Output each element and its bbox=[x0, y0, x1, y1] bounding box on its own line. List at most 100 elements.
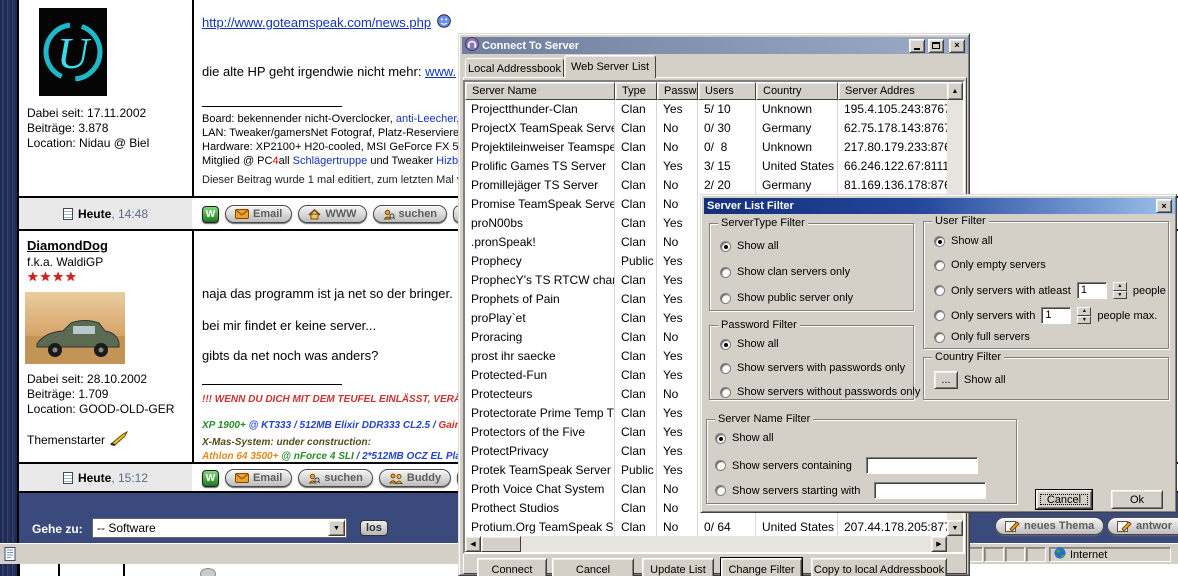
radio-show-all-types[interactable]: Show all bbox=[720, 240, 779, 252]
cell-server-passw: Yes bbox=[657, 404, 698, 423]
server-row[interactable]: Projectthunder-ClanClanYes5/ 10Unknown19… bbox=[465, 100, 947, 119]
cell-server-type: Clan bbox=[615, 271, 657, 290]
col-header-passw[interactable]: Passw. bbox=[657, 82, 698, 100]
col-header-users[interactable]: Users bbox=[698, 82, 756, 100]
tab-web-server-list[interactable]: Web Server List bbox=[564, 55, 656, 78]
radio-without-passwords[interactable]: Show servers without passwords only bbox=[720, 386, 920, 398]
reply-button[interactable]: antwor bbox=[1107, 517, 1178, 535]
cell-server-country: Germany bbox=[756, 176, 838, 195]
cell-server-users: 0/ 30 bbox=[698, 119, 756, 138]
radio-atleast[interactable]: Only servers with atleast 1▲▼people bbox=[934, 282, 1166, 299]
maximize-button[interactable] bbox=[928, 39, 944, 53]
col-header-country[interactable]: Country bbox=[756, 82, 838, 100]
radio-starting-with[interactable]: Show servers starting with bbox=[715, 482, 986, 499]
radio-show-all-users[interactable]: Show all bbox=[934, 235, 993, 247]
cell-server-passw: No bbox=[657, 499, 698, 518]
cell-server-country: Unknown bbox=[756, 138, 838, 157]
server-row[interactable]: Projektileinweiser TeamspeakClanNo0/ 8Un… bbox=[465, 138, 947, 157]
radio-show-all-pw[interactable]: Show all bbox=[720, 338, 779, 350]
cell-server-name: Prophecy bbox=[465, 252, 615, 271]
search-button[interactable]: suchen bbox=[373, 205, 448, 223]
radio-with-passwords[interactable]: Show servers with passwords only bbox=[720, 362, 905, 374]
cell-server-type: Clan bbox=[615, 423, 657, 442]
radio-show-all-names[interactable]: Show all bbox=[715, 432, 774, 444]
server-list-header: Server Name Type Passw. Users Country Se… bbox=[465, 82, 947, 100]
containing-input[interactable] bbox=[866, 457, 978, 474]
goto-selected-value: -- Software bbox=[93, 521, 328, 535]
sig-text: Mitglied @ PC bbox=[202, 155, 272, 167]
max-spinner[interactable]: ▲▼ bbox=[1077, 307, 1091, 324]
col-header-server-name[interactable]: Server Name bbox=[465, 82, 615, 100]
cell-server-type: Clan bbox=[615, 138, 657, 157]
starting-with-input[interactable] bbox=[874, 482, 986, 499]
radio-public-only[interactable]: Show public server only bbox=[720, 292, 853, 304]
goto-forum-select[interactable]: -- Software ▼ bbox=[92, 518, 347, 538]
signature-divider bbox=[202, 384, 342, 385]
thread-starter-badge: Themenstarter bbox=[27, 431, 129, 449]
radio-clan-only[interactable]: Show clan servers only bbox=[720, 266, 850, 278]
cell-server-type: Clan bbox=[615, 385, 657, 404]
author-name-link[interactable]: DiamondDog bbox=[27, 238, 108, 253]
close-icon[interactable]: × bbox=[1156, 199, 1172, 213]
buddy-button[interactable]: Buddy bbox=[379, 469, 451, 487]
anti-leecher-link[interactable]: anti-Leecher bbox=[396, 113, 457, 125]
change-filter-button[interactable]: Change Filter bbox=[721, 558, 802, 576]
cell-server-name: Protectorate Prime Temp TS bbox=[465, 404, 615, 423]
scroll-up-icon[interactable]: ▲ bbox=[947, 82, 963, 100]
joined-date: Dabei seit: 17.11.2002 bbox=[27, 106, 149, 121]
radio-max[interactable]: Only servers with 1▲▼people max. bbox=[934, 307, 1157, 324]
scrollbar-thumb[interactable] bbox=[481, 536, 521, 552]
cell-server-country: Unknown bbox=[756, 100, 838, 119]
col-header-type[interactable]: Type bbox=[615, 82, 657, 100]
scroll-down-icon[interactable]: ▼ bbox=[947, 520, 963, 536]
new-thread-button[interactable]: neues Thema bbox=[995, 517, 1104, 535]
goteamspeak-link[interactable]: http://www.goteamspeak.com/news.php bbox=[202, 15, 431, 30]
copy-to-addressbook-button[interactable]: Copy to local Addressbook bbox=[811, 558, 947, 576]
update-list-button[interactable]: Update List bbox=[642, 558, 714, 576]
col-header-server-address[interactable]: Server Addres bbox=[838, 82, 947, 100]
email-button[interactable]: Email bbox=[225, 469, 292, 487]
scroll-left-icon[interactable]: ◀ bbox=[465, 536, 481, 552]
horizontal-scrollbar[interactable]: ◀ ▶ bbox=[465, 536, 963, 552]
connect-button[interactable]: Connect bbox=[477, 558, 547, 576]
cell-server-type: Clan bbox=[615, 366, 657, 385]
atleast-spinner[interactable]: ▲▼ bbox=[1113, 282, 1127, 299]
radio-containing[interactable]: Show servers containing bbox=[715, 457, 978, 474]
country-filter-group: Country Filter ... Show all bbox=[923, 357, 1169, 400]
homepage-button[interactable]: W bbox=[202, 470, 219, 487]
search-button[interactable]: suchen bbox=[298, 469, 373, 487]
email-button[interactable]: Email bbox=[225, 205, 292, 223]
cell-server-passw: No bbox=[657, 480, 698, 499]
tab-local-addressbook[interactable]: Local Addressbook bbox=[465, 58, 564, 78]
max-count-input[interactable]: 1 bbox=[1041, 307, 1071, 324]
minimize-button[interactable] bbox=[909, 39, 925, 53]
connect-dialog-titlebar[interactable]: Connect To Server × bbox=[462, 37, 968, 54]
close-icon[interactable]: × bbox=[949, 39, 965, 53]
author-aka: f.k.a. WaldiGP bbox=[27, 255, 103, 269]
scroll-right-icon[interactable]: ▶ bbox=[931, 536, 947, 552]
radio-only-empty[interactable]: Only empty servers bbox=[934, 259, 1046, 271]
post2-line1: naja das programm ist ja net so der brin… bbox=[202, 286, 453, 301]
server-row[interactable]: Promillejäger TS ServerClanNo2/ 20German… bbox=[465, 176, 947, 195]
filter-ok-button[interactable]: Ok bbox=[1111, 490, 1163, 509]
old-hp-link[interactable]: www. bbox=[425, 64, 456, 79]
cell-server-users: 2/ 20 bbox=[698, 176, 756, 195]
server-row[interactable]: Prolific Games TS ServerClanYes3/ 15Unit… bbox=[465, 157, 947, 176]
cell-server-passw: Yes bbox=[657, 461, 698, 480]
cell-server-passw: Yes bbox=[657, 347, 698, 366]
goto-go-button[interactable]: los bbox=[360, 520, 388, 536]
post1-actions: W Email WWW suchen bbox=[202, 205, 467, 223]
server-row[interactable]: Protium.Org TeamSpeak ServeClanNo0/ 64Un… bbox=[465, 518, 947, 536]
www-button[interactable]: WWW bbox=[298, 205, 366, 223]
radio-only-full[interactable]: Only full servers bbox=[934, 331, 1030, 343]
server-row[interactable]: ProjectX TeamSpeak ServerClanNo0/ 30Germ… bbox=[465, 119, 947, 138]
filter-cancel-button[interactable]: Cancel bbox=[1036, 490, 1092, 509]
schlaegertruppe-link[interactable]: Schlägertruppe bbox=[293, 155, 368, 167]
filter-dialog-titlebar[interactable]: Server List Filter × bbox=[704, 198, 1175, 214]
cancel-button[interactable]: Cancel bbox=[552, 558, 634, 576]
chevron-down-icon[interactable]: ▼ bbox=[328, 520, 345, 536]
homepage-button[interactable]: W bbox=[202, 206, 219, 223]
country-picker-button[interactable]: ... bbox=[934, 371, 958, 389]
globe-icon bbox=[1054, 546, 1066, 564]
atleast-count-input[interactable]: 1 bbox=[1077, 282, 1107, 299]
